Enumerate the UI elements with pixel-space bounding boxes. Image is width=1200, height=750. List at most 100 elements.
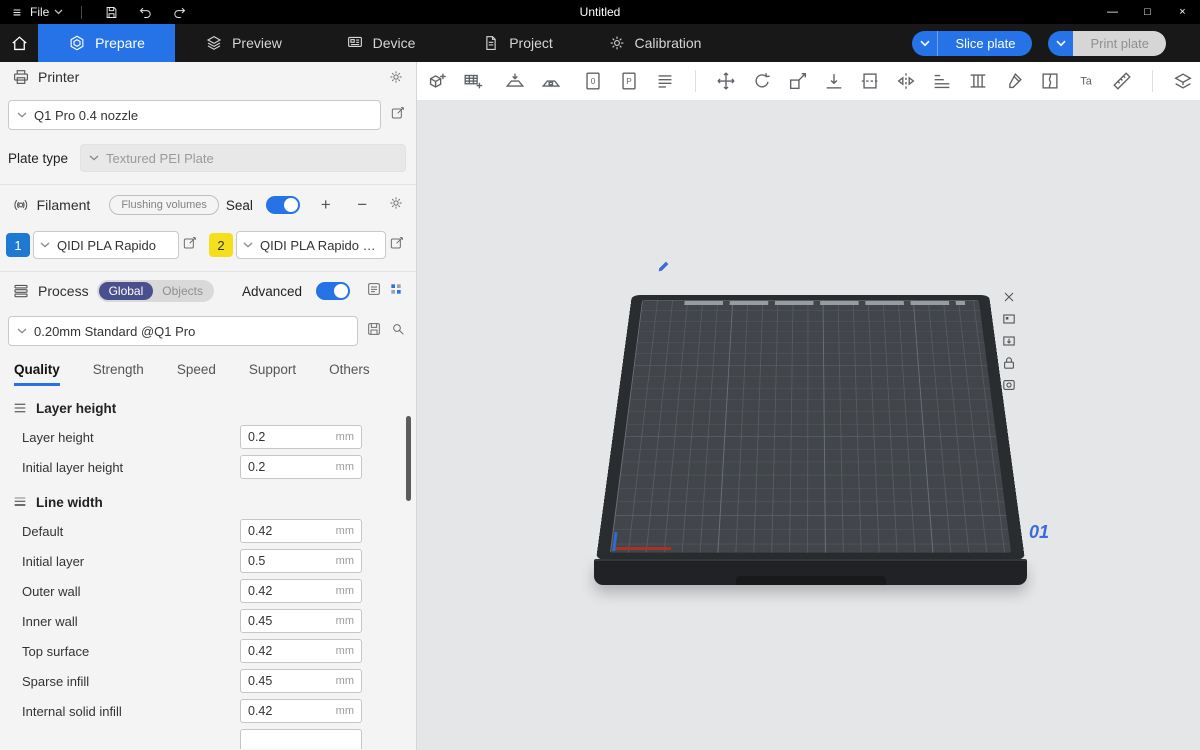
minimize-button[interactable]: — <box>1095 0 1130 24</box>
add-plate-icon[interactable] <box>461 69 485 93</box>
support-paint-icon[interactable] <box>966 69 990 93</box>
home-button[interactable] <box>0 24 38 62</box>
redo-icon[interactable] <box>162 0 196 24</box>
setting-value: 0.42 <box>248 704 336 718</box>
file-menu-chevron-icon[interactable] <box>54 9 63 15</box>
layer-height-group-header[interactable]: Layer height <box>0 386 416 422</box>
advanced-toggle[interactable] <box>316 282 350 300</box>
add-object-icon[interactable] <box>425 69 449 93</box>
save-icon[interactable] <box>94 0 128 24</box>
setting-input[interactable]: 0.2 mm <box>240 425 362 449</box>
process-tab-speed[interactable]: Speed <box>177 362 216 386</box>
process-section-header: Process Global Objects Advanced <box>0 272 416 310</box>
text-tool-icon[interactable]: Ta <box>1074 69 1098 93</box>
close-button[interactable]: × <box>1165 0 1200 24</box>
add-filament-button[interactable]: + <box>315 195 337 215</box>
setting-row: Outer wall 0.42 mm <box>0 576 416 606</box>
slice-plate-label[interactable]: Slice plate <box>937 31 1032 56</box>
app-menu-icon[interactable]: ≡ <box>8 4 26 20</box>
setting-value: 0.45 <box>248 674 336 688</box>
save-preset-icon[interactable] <box>366 321 382 342</box>
viewport-canvas[interactable]: 01 <box>417 100 1200 750</box>
slice-options-chevron-icon[interactable] <box>912 31 937 56</box>
filament-1-select[interactable]: QIDI PLA Rapido <box>33 231 179 259</box>
filament-2-swatch[interactable]: 2 <box>209 233 233 257</box>
setting-input[interactable]: 0.42 mm <box>240 699 362 723</box>
segment-global[interactable]: Global <box>99 282 154 300</box>
build-plate-handle-notch <box>736 576 886 585</box>
seal-toggle[interactable] <box>266 196 300 214</box>
orient-plate-icon[interactable] <box>998 330 1019 351</box>
color-paint-icon[interactable] <box>1002 69 1026 93</box>
auto-arrange-plate-icon[interactable] <box>998 308 1019 329</box>
process-tab-others[interactable]: Others <box>329 362 370 386</box>
cut-icon[interactable] <box>858 69 882 93</box>
process-preset-select[interactable]: 0.20mm Standard @Q1 Pro <box>8 316 358 346</box>
filament-2-edit-icon[interactable] <box>389 235 405 256</box>
segment-objects[interactable]: Objects <box>153 282 212 300</box>
tab-calibration[interactable]: Calibration <box>586 24 723 62</box>
document-p-icon[interactable]: P <box>617 69 641 93</box>
remove-filament-button[interactable]: − <box>351 195 373 215</box>
setting-input[interactable]: 0.42 mm <box>240 639 362 663</box>
assembly-icon[interactable] <box>1171 69 1195 93</box>
printer-edit-icon[interactable] <box>390 105 406 126</box>
filament-1-edit-icon[interactable] <box>182 235 198 256</box>
tab-device[interactable]: Device <box>312 24 449 62</box>
process-tab-strength[interactable]: Strength <box>93 362 144 386</box>
file-menu[interactable]: File <box>30 5 49 19</box>
setting-input[interactable]: 0.45 mm <box>240 669 362 693</box>
setting-input[interactable]: 0.2 mm <box>240 455 362 479</box>
build-plate[interactable] <box>598 260 1023 592</box>
maximize-button[interactable]: □ <box>1130 0 1165 24</box>
auto-orient-icon[interactable] <box>503 69 527 93</box>
build-plate-front-edge <box>594 559 1027 585</box>
process-tab-support[interactable]: Support <box>249 362 296 386</box>
lay-on-face-icon[interactable] <box>822 69 846 93</box>
rotate-icon[interactable] <box>750 69 774 93</box>
document-zero-icon[interactable]: 0 <box>581 69 605 93</box>
line-width-group-header[interactable]: Line width <box>0 482 416 516</box>
setting-input[interactable]: 0.45 mm <box>240 609 362 633</box>
scale-icon[interactable] <box>786 69 810 93</box>
setting-unit: mm <box>336 461 354 473</box>
printer-settings-gear-icon[interactable] <box>388 69 404 85</box>
setting-label: Default <box>22 524 240 539</box>
variable-layer-height-icon[interactable] <box>930 69 954 93</box>
search-preset-icon[interactable] <box>390 321 406 342</box>
filament-settings-gear-icon[interactable] <box>388 195 404 216</box>
plate-name-edit-icon[interactable] <box>657 260 670 278</box>
print-plate-label[interactable]: Print plate <box>1073 31 1166 56</box>
plate-type-select[interactable]: Textured PEI Plate <box>80 144 406 172</box>
prepare-icon <box>68 34 86 52</box>
filament-2-select[interactable]: QIDI PLA Rapido M... <box>236 231 386 259</box>
printer-select[interactable]: Q1 Pro 0.4 nozzle <box>8 100 381 130</box>
arrange-icon[interactable] <box>539 69 563 93</box>
delete-plate-icon[interactable] <box>998 286 1019 307</box>
undo-icon[interactable] <box>128 0 162 24</box>
mirror-icon[interactable] <box>894 69 918 93</box>
setting-input[interactable]: 0.42 mm <box>240 579 362 603</box>
lock-plate-icon[interactable] <box>998 352 1019 373</box>
filament-1-swatch[interactable]: 1 <box>6 233 30 257</box>
list-lines-icon[interactable] <box>653 69 677 93</box>
measure-icon[interactable] <box>1110 69 1134 93</box>
parameter-list-icon[interactable] <box>366 281 382 302</box>
settings-scrollbar[interactable] <box>406 416 411 501</box>
seam-icon[interactable] <box>1038 69 1062 93</box>
print-options-chevron-icon[interactable] <box>1048 31 1073 56</box>
setting-input[interactable]: 0.5 mm <box>240 549 362 573</box>
move-icon[interactable] <box>714 69 738 93</box>
tab-project[interactable]: Project <box>449 24 586 62</box>
build-plate-surface[interactable] <box>596 295 1025 560</box>
process-tab-quality[interactable]: Quality <box>14 362 60 386</box>
setting-input[interactable] <box>240 729 362 749</box>
setting-row: Internal solid infill 0.42 mm <box>0 696 416 726</box>
flushing-volumes-button[interactable]: Flushing volumes <box>109 195 219 215</box>
setting-value: 0.42 <box>248 524 336 538</box>
tab-prepare[interactable]: Prepare <box>38 24 175 62</box>
plate-settings-icon[interactable] <box>998 374 1019 395</box>
tab-preview[interactable]: Preview <box>175 24 312 62</box>
setting-input[interactable]: 0.42 mm <box>240 519 362 543</box>
grid-dots-icon[interactable] <box>388 281 404 302</box>
